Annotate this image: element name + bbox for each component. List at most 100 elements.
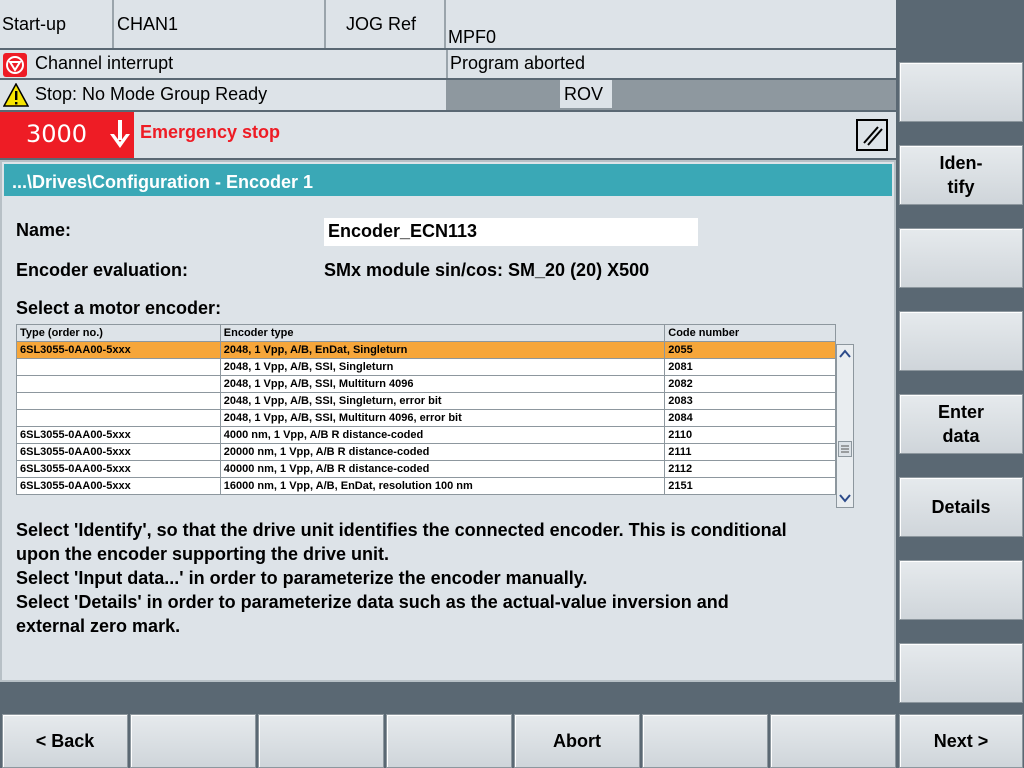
table-cell: 2151	[664, 477, 836, 495]
table-cell: 2081	[664, 358, 836, 376]
horizontal-softkey-3[interactable]	[258, 714, 384, 768]
abort-button[interactable]: Abort	[514, 714, 640, 768]
table-cell: 2083	[664, 392, 836, 410]
horizontal-softkey-4[interactable]	[386, 714, 512, 768]
table-row[interactable]: 6SL3055-0AA00-5xxx 40000 nm, 1 Vpp, A/B R…	[16, 460, 836, 478]
identify-button[interactable]: Iden- tify	[899, 145, 1023, 205]
table-row[interactable]: 6SL3055-0AA00-5xxx 4000 nm, 1 Vpp, A/B R …	[16, 426, 836, 444]
table-cell: 16000 nm, 1 Vpp, A/B, EnDat, resolution …	[219, 477, 666, 495]
table-row[interactable]: 2048, 1 Vpp, A/B, SSI, Multiturn 4096 208…	[16, 375, 836, 393]
channel-text: CHAN1	[117, 14, 179, 34]
table-cell	[16, 392, 221, 410]
table-row[interactable]: 6SL3055-0AA00-5xxx 2048, 1 Vpp, A/B, EnDa…	[16, 341, 836, 359]
table-cell: 2048, 1 Vpp, A/B, SSI, Singleturn, error…	[219, 392, 666, 410]
table-cell: 40000 nm, 1 Vpp, A/B R distance-coded	[219, 460, 666, 478]
table-row[interactable]: 2048, 1 Vpp, A/B, SSI, Singleturn 2081	[16, 358, 836, 376]
evaluation-label: Encoder evaluation:	[16, 260, 189, 280]
table-scrollbar[interactable]	[836, 344, 854, 508]
scroll-up-icon[interactable]	[838, 346, 852, 362]
name-field[interactable]: Encoder_ECN113	[324, 218, 698, 246]
table-cell: 2112	[664, 460, 836, 478]
stop-message-bar: Stop: No Mode Group Ready	[0, 80, 446, 110]
alarm-text: Emergency stop	[140, 122, 281, 142]
enter-data-button[interactable]: Enter data	[899, 394, 1023, 454]
name-field-value: Encoder_ECN113	[328, 221, 478, 241]
softkey-label: Iden- tify	[939, 153, 983, 197]
table-cell	[16, 358, 221, 376]
channel-interrupt-icon	[3, 53, 27, 77]
channel-label: CHAN1	[114, 0, 326, 48]
program-status-bar: Program aborted	[446, 50, 896, 78]
table-header-row: Type (order no.) Encoder type Code numbe…	[16, 324, 836, 342]
help-line: Select 'Details' in order to parameteriz…	[16, 592, 729, 612]
evaluation-value: SMx module sin/cos: SM_20 (20) X500	[324, 260, 650, 280]
channel-status-text: Channel interrupt	[35, 53, 174, 73]
table-cell: 6SL3055-0AA00-5xxx	[16, 460, 221, 478]
scroll-down-icon[interactable]	[838, 490, 852, 506]
table-cell: 6SL3055-0AA00-5xxx	[16, 426, 221, 444]
table-cell: 2048, 1 Vpp, A/B, EnDat, Singleturn	[219, 341, 666, 359]
vertical-softkey-3[interactable]	[899, 228, 1023, 288]
table-cell: 2111	[664, 443, 836, 461]
mode-text: JOG Ref	[346, 14, 417, 34]
softkey-label: Details	[931, 497, 991, 517]
table-cell: 2082	[664, 375, 836, 393]
table-cell	[16, 375, 221, 393]
vertical-softkey-4[interactable]	[899, 311, 1023, 371]
horizontal-softkey-7[interactable]	[770, 714, 896, 768]
table-cell: 2048, 1 Vpp, A/B, SSI, Multiturn 4096, e…	[219, 409, 666, 427]
arrow-down-icon	[108, 118, 132, 155]
config-window: ...\Drives\Configuration - Encoder 1 Nam…	[0, 160, 896, 682]
alarm-number: 3000	[26, 120, 88, 148]
vertical-softkey-8[interactable]	[899, 643, 1023, 703]
table-cell	[16, 409, 221, 427]
program-status-text: Program aborted	[450, 53, 586, 73]
select-encoder-label: Select a motor encoder:	[16, 298, 222, 318]
table-row[interactable]: 2048, 1 Vpp, A/B, SSI, Singleturn, error…	[16, 392, 836, 410]
table-cell: 2084	[664, 409, 836, 427]
vertical-softkey-1[interactable]	[899, 62, 1023, 122]
mode-label: JOG Ref	[326, 0, 446, 48]
table-cell: 2110	[664, 426, 836, 444]
alarm-bar	[0, 112, 896, 158]
table-cell: 6SL3055-0AA00-5xxx	[16, 341, 221, 359]
rov-text: ROV	[564, 84, 604, 104]
alarm-ack-icon[interactable]	[856, 119, 888, 151]
warning-icon	[2, 82, 30, 112]
table-row[interactable]: 6SL3055-0AA00-5xxx 20000 nm, 1 Vpp, A/B R…	[16, 443, 836, 461]
softkey-label: Abort	[553, 731, 601, 751]
alarm-number-box[interactable]: 3000	[0, 112, 134, 158]
window-title: ...\Drives\Configuration - Encoder 1	[12, 172, 314, 192]
table-cell: 20000 nm, 1 Vpp, A/B R distance-coded	[219, 443, 666, 461]
name-label: Name:	[16, 220, 72, 240]
program-text: MPF0	[448, 27, 497, 47]
table-row[interactable]: 2048, 1 Vpp, A/B, SSI, Multiturn 4096, e…	[16, 409, 836, 427]
table-cell: 2048, 1 Vpp, A/B, SSI, Multiturn 4096	[219, 375, 666, 393]
scroll-thumb[interactable]	[838, 441, 852, 457]
table-cell: 6SL3055-0AA00-5xxx	[16, 443, 221, 461]
column-header: Type (order no.)	[16, 324, 221, 342]
table-cell: 2055	[664, 341, 836, 359]
help-line: Select 'Identify', so that the drive uni…	[16, 520, 787, 540]
horizontal-softkey-6[interactable]	[642, 714, 768, 768]
horizontal-softkey-2[interactable]	[130, 714, 256, 768]
program-label: MPF0	[446, 0, 896, 48]
table-row[interactable]: 6SL3055-0AA00-5xxx 16000 nm, 1 Vpp, A/B, …	[16, 477, 836, 495]
stop-message-text: Stop: No Mode Group Ready	[35, 84, 268, 104]
encoder-table: Type (order no.) Encoder type Code numbe…	[16, 324, 838, 495]
rov-indicator: ROV	[560, 80, 612, 108]
table-cell: 4000 nm, 1 Vpp, A/B R distance-coded	[219, 426, 666, 444]
window-title-bar: ...\Drives\Configuration - Encoder 1	[4, 164, 892, 196]
column-header: Code number	[664, 324, 836, 342]
vertical-softkey-7[interactable]	[899, 560, 1023, 620]
next-button[interactable]: Next >	[899, 714, 1023, 768]
column-header: Encoder type	[219, 324, 666, 342]
back-button[interactable]: < Back	[2, 714, 128, 768]
softkey-label: Next >	[933, 731, 989, 751]
area-label: Start-up	[0, 0, 114, 48]
help-line: upon the encoder supporting the drive un…	[16, 544, 389, 564]
area-text: Start-up	[2, 14, 67, 34]
softkey-label: < Back	[35, 731, 95, 751]
softkey-label: Enter data	[937, 402, 984, 446]
details-button[interactable]: Details	[899, 477, 1023, 537]
